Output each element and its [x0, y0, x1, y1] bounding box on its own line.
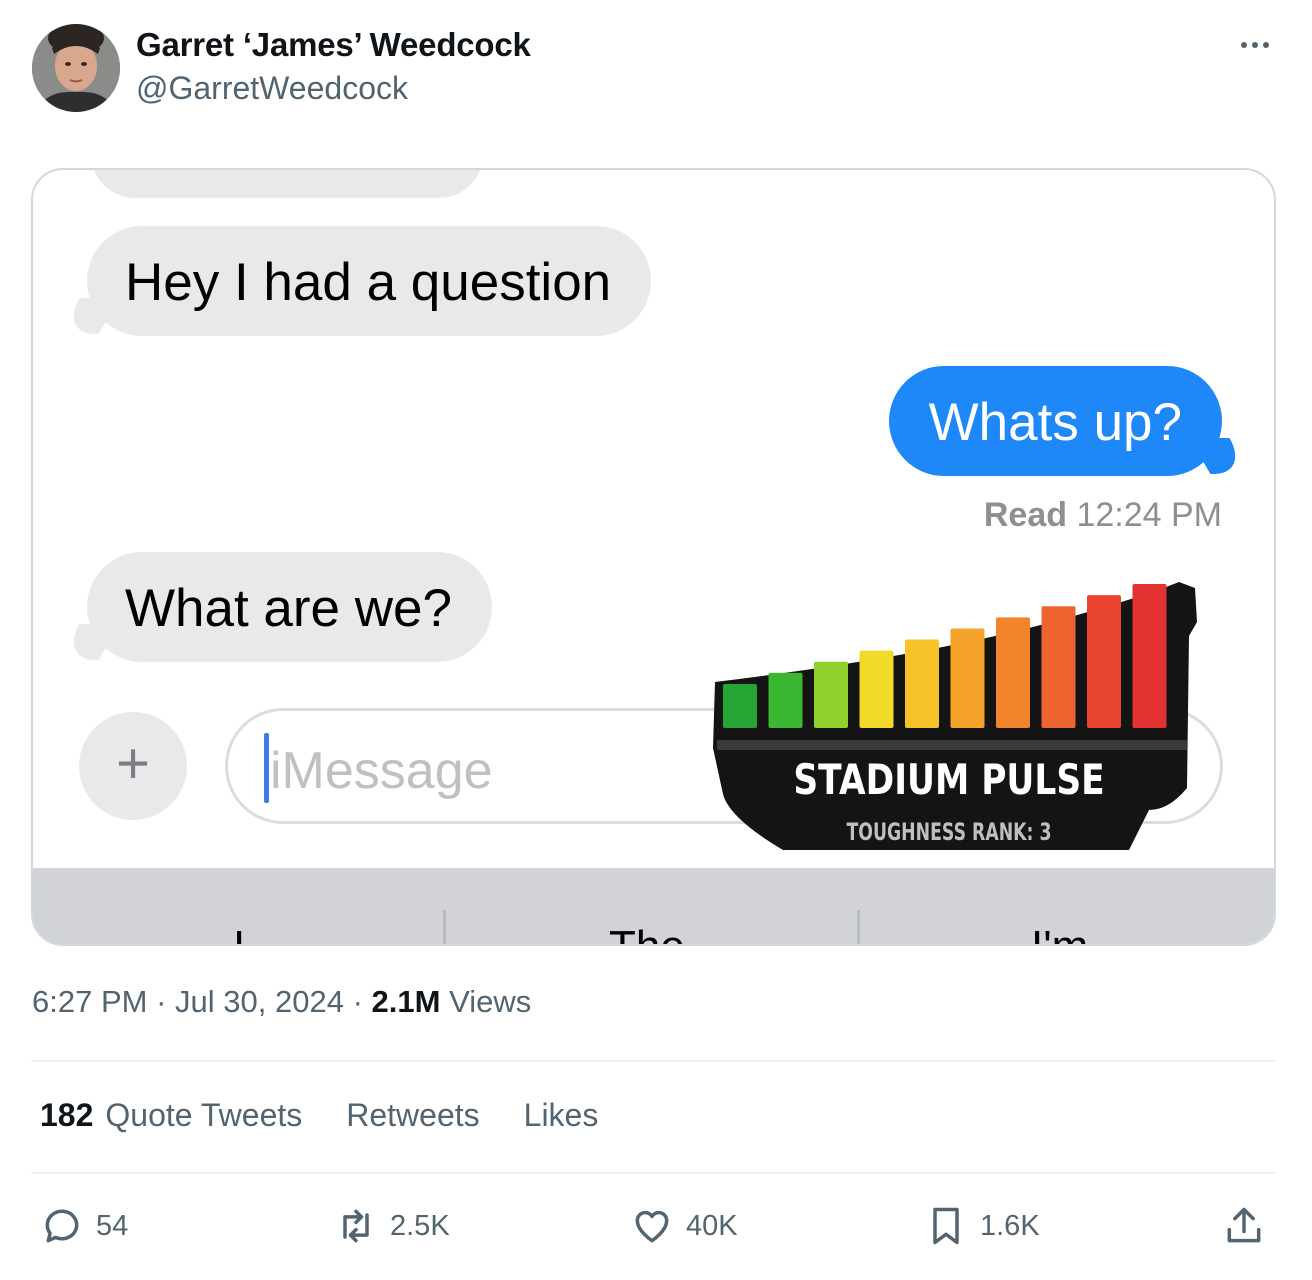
tweet-meta: 6:27 PM · Jul 30, 2024 · 2.1M Views — [32, 984, 532, 1019]
meter-bar — [1087, 595, 1121, 728]
bookmark-button[interactable]: 1.6K — [924, 1204, 1040, 1248]
tweet-date[interactable]: Jul 30, 2024 — [175, 984, 344, 1019]
avatar[interactable] — [32, 24, 120, 112]
incoming-message-bubble: Hey I had a question — [87, 226, 652, 336]
divider — [31, 1172, 1276, 1174]
partial-message-bubble — [91, 170, 483, 198]
reply-count: 54 — [96, 1209, 129, 1242]
meter-bar — [768, 672, 803, 728]
share-icon — [1227, 1207, 1261, 1243]
author-handle[interactable]: @GarretWeedcock — [136, 70, 408, 107]
retweet-count: 2.5K — [390, 1209, 450, 1242]
tweet-media[interactable]: Hey I had a question Whats up? Read 12:2… — [31, 168, 1276, 946]
stadium-pulse-sticker: STADIUM PULSE TOUGHNESS RANK: 3 — [713, 582, 1197, 850]
bookmark-count: 1.6K — [980, 1209, 1040, 1242]
imessage-placeholder: iMessage — [270, 742, 493, 800]
add-attachment-button[interactable]: + — [79, 712, 187, 820]
meter-bar — [950, 628, 985, 728]
message-text: Whats up? — [928, 393, 1182, 452]
text-caret — [264, 733, 269, 803]
meter-bar — [1132, 584, 1167, 728]
message-text: Hey I had a question — [125, 253, 612, 312]
keyboard-suggestion-bar: I The I'm — [33, 868, 1274, 944]
retweet-button[interactable]: 2.5K — [334, 1204, 450, 1248]
suggestion-divider — [443, 910, 446, 944]
keyboard-suggestion[interactable]: I — [233, 922, 245, 944]
like-count: 40K — [686, 1209, 738, 1242]
meter-bar — [905, 639, 939, 728]
retweet-icon — [343, 1209, 369, 1243]
keyboard-suggestion[interactable]: I'm — [1031, 922, 1088, 944]
keyboard-suggestion[interactable]: The — [609, 922, 685, 944]
incoming-message-bubble: What are we? — [87, 552, 492, 662]
meter-bar — [859, 650, 894, 728]
reply-icon — [45, 1209, 79, 1243]
views-count: 2.1M — [371, 984, 441, 1019]
sticker-title: STADIUM PULSE — [793, 756, 1104, 805]
read-receipt: Read 12:24 PM — [983, 496, 1222, 534]
reply-button[interactable]: 54 — [40, 1204, 128, 1248]
share-button[interactable] — [1222, 1204, 1266, 1248]
message-text: What are we? — [125, 579, 452, 638]
author-display-name[interactable]: Garret ‘James’ Weedcock — [136, 26, 531, 64]
engagement-stats: 182 Quote Tweets Retweets Likes — [40, 1097, 642, 1134]
bookmark-icon — [933, 1207, 959, 1245]
views-label: Views — [449, 984, 532, 1019]
more-options-icon[interactable] — [1238, 30, 1272, 60]
divider — [31, 1060, 1276, 1062]
meter-bar — [814, 661, 848, 728]
like-button[interactable]: 40K — [630, 1204, 738, 1248]
tweet-time[interactable]: 6:27 PM — [32, 984, 147, 1019]
avatar-image — [32, 24, 120, 112]
plus-icon: + — [116, 731, 150, 796]
likes-link[interactable]: Likes — [524, 1097, 599, 1134]
meter-bar — [1041, 606, 1076, 728]
meter-bar — [723, 684, 757, 728]
heart-icon — [635, 1210, 669, 1243]
suggestion-divider — [857, 910, 860, 944]
retweets-link[interactable]: Retweets — [346, 1097, 479, 1134]
meter-bar — [996, 617, 1030, 728]
quote-tweets-link[interactable]: 182 Quote Tweets — [40, 1097, 302, 1134]
sticker-subtitle: TOUGHNESS RANK: 3 — [847, 818, 1052, 846]
outgoing-message-bubble: Whats up? — [888, 366, 1222, 476]
